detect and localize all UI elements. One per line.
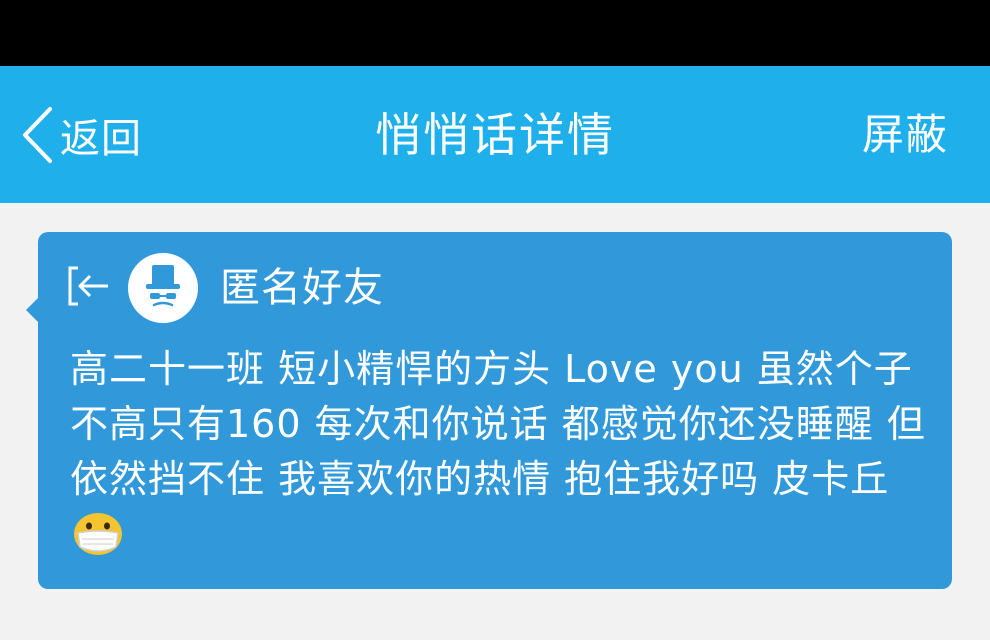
message-bubble: 匿名好友 高二十一班 短小精悍的方头 Love you 虽然个子不高只有160 … xyxy=(26,232,952,589)
status-bar xyxy=(0,0,990,66)
message-body: 高二十一班 短小精悍的方头 Love you 虽然个子不高只有160 每次和你说… xyxy=(70,342,930,562)
navigation-bar: 返回 悄悄话详情 屏蔽 xyxy=(0,66,990,203)
block-button[interactable]: 屏蔽 xyxy=(862,102,948,168)
page-title: 悄悄话详情 xyxy=(375,108,615,162)
anonymous-avatar[interactable] xyxy=(128,253,198,323)
reply-arrow-icon[interactable] xyxy=(66,262,112,310)
sender-name: 匿名好友 xyxy=(220,265,384,311)
message-detail-area: 匿名好友 高二十一班 短小精悍的方头 Love you 虽然个子不高只有160 … xyxy=(0,203,990,640)
message-text: 高二十一班 短小精悍的方头 Love you 虽然个子不高只有160 每次和你说… xyxy=(70,347,926,501)
face-with-medical-mask-icon xyxy=(74,513,122,555)
top-hat-incognito-icon xyxy=(146,265,180,307)
bubble-tail xyxy=(26,298,38,322)
